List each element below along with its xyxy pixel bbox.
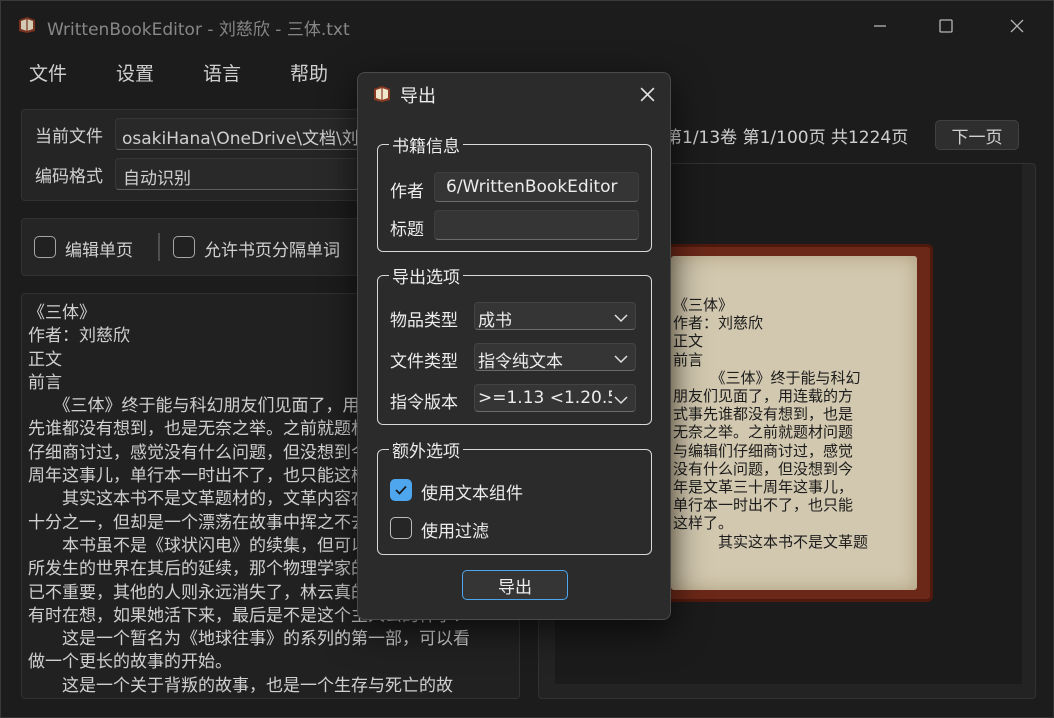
use-text-component-label: 使用文本组件: [421, 484, 523, 504]
extra-options-legend: 额外选项: [389, 437, 463, 462]
checkmark-icon: [395, 485, 407, 495]
chevron-down-icon: [614, 396, 628, 405]
author-input[interactable]: 6/WrittenBookEditor: [434, 172, 639, 202]
title-label: 标题: [390, 220, 424, 240]
file-type-select[interactable]: 指令纯文本: [474, 343, 636, 371]
dialog-title: 导出: [400, 86, 436, 107]
title-input[interactable]: [434, 210, 639, 240]
book-info-legend: 书籍信息: [389, 132, 463, 157]
dialog-close-button[interactable]: [634, 81, 660, 107]
cmd-version-label: 指令版本: [390, 393, 458, 413]
export-options-legend: 导出选项: [389, 263, 463, 288]
export-options-group: 导出选项 物品类型 成书 文件类型 指令纯文本 指令版本 >=1.13 <1.2…: [377, 263, 652, 425]
chevron-down-icon: [614, 314, 628, 323]
chevron-down-icon: [614, 355, 628, 364]
main-window: WrittenBookEditor - 刘慈欣 - 三体.txt 文件 设置 语…: [0, 0, 1054, 718]
author-value: 6/WrittenBookEditor: [446, 177, 618, 197]
item-type-value: 成书: [478, 311, 512, 330]
item-type-label: 物品类型: [390, 311, 458, 331]
use-filter-label: 使用过滤: [421, 522, 489, 542]
use-filter-checkbox[interactable]: [390, 517, 412, 539]
close-icon: [640, 87, 654, 101]
use-text-component-checkbox[interactable]: [390, 479, 412, 501]
export-dialog: 导出 书籍信息 作者 6/WrittenBookEditor 标题 导出选项 物…: [357, 72, 671, 620]
export-button[interactable]: 导出: [462, 570, 568, 600]
extra-options-group: 额外选项 使用文本组件 使用过滤: [377, 437, 652, 555]
cmd-version-value: >=1.13 <1.20.5: [478, 388, 612, 408]
author-label: 作者: [390, 182, 424, 202]
file-type-value: 指令纯文本: [478, 352, 563, 371]
item-type-select[interactable]: 成书: [474, 302, 636, 330]
book-info-group: 书籍信息 作者 6/WrittenBookEditor 标题: [377, 132, 652, 252]
cmd-version-select[interactable]: >=1.13 <1.20.5: [474, 384, 636, 412]
file-type-label: 文件类型: [390, 352, 458, 372]
book-icon: [374, 86, 390, 102]
